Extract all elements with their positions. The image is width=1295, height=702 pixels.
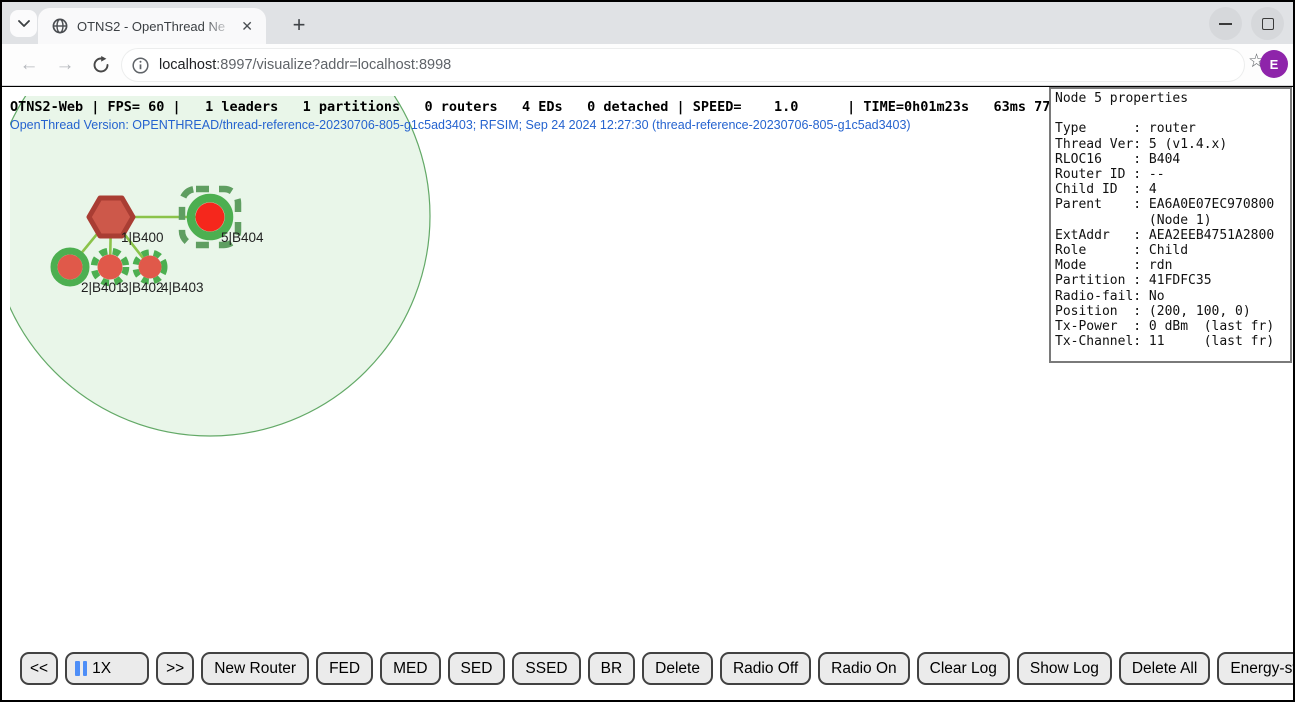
pause-icon: [75, 661, 87, 676]
action-toolbar: << 1X >> New Router FED MED SED SSED BR …: [20, 652, 1293, 685]
node-5-label: 5|B404: [221, 230, 264, 245]
node-3-label: 3|B402: [121, 280, 164, 295]
browser-toolbar: ← → localhost:8997/visualize?addr=localh…: [2, 44, 1293, 86]
node-properties-panel: Node 5 properties Type : router Thread V…: [1049, 87, 1292, 363]
url-text: localhost:8997/visualize?addr=localhost:…: [159, 57, 451, 73]
new-router-button[interactable]: New Router: [201, 652, 309, 685]
url-path: :8997/visualize?addr=localhost:8998: [216, 57, 451, 73]
maximize-icon: [1262, 18, 1274, 30]
simulation-status-bar: OTNS2-Web | FPS= 60 | 1 leaders 1 partit…: [10, 99, 1075, 115]
tab-close-icon[interactable]: ✕: [238, 19, 256, 33]
node-2-label: 2|B401: [81, 280, 124, 295]
tab-strip: OTNS2 - OpenThread Ne ✕ +: [2, 2, 1293, 44]
back-button[interactable]: ←: [14, 44, 44, 85]
speed-label: 1X: [92, 660, 111, 678]
node-4-label: 4|B403: [161, 280, 204, 295]
clear-log-button[interactable]: Clear Log: [917, 652, 1010, 685]
node-4-body: [139, 256, 162, 279]
node-2[interactable]: [54, 251, 86, 283]
fed-button[interactable]: FED: [316, 652, 373, 685]
profile-avatar[interactable]: E: [1260, 50, 1288, 78]
energy-stats-button[interactable]: Energy-stats ↗: [1217, 652, 1293, 685]
delete-button[interactable]: Delete: [642, 652, 713, 685]
speed-up-button[interactable]: >>: [156, 652, 194, 685]
forward-button[interactable]: →: [50, 44, 80, 85]
node-properties-title: Node 5 properties: [1055, 91, 1188, 106]
window-maximize-button[interactable]: [1251, 7, 1284, 40]
br-button[interactable]: BR: [588, 652, 636, 685]
node-3-body: [98, 255, 123, 280]
node-5-body: [196, 203, 225, 232]
new-tab-button[interactable]: +: [284, 11, 314, 39]
site-info-icon[interactable]: [132, 57, 149, 74]
openthread-version-line: OpenThread Version: OPENTHREAD/thread-re…: [10, 118, 911, 132]
med-button[interactable]: MED: [380, 652, 440, 685]
chevron-down-icon: [18, 20, 30, 28]
tab-title: OTNS2 - OpenThread Ne: [77, 19, 238, 34]
url-host: localhost: [159, 57, 216, 73]
pause-speed-button[interactable]: 1X: [65, 652, 149, 685]
browser-tab[interactable]: OTNS2 - OpenThread Ne ✕: [38, 8, 266, 44]
reload-button[interactable]: [86, 44, 116, 85]
window-minimize-button[interactable]: [1209, 7, 1242, 40]
node-1-label: 1|B400: [121, 230, 164, 245]
browser-window: OTNS2 - OpenThread Ne ✕ + ← →: [0, 0, 1295, 702]
radio-off-button[interactable]: Radio Off: [720, 652, 811, 685]
network-visualization[interactable]: 1|B400 5|B404 2|B401 3|B402 4|B403: [10, 96, 1048, 700]
speed-down-button[interactable]: <<: [20, 652, 58, 685]
delete-all-button[interactable]: Delete All: [1119, 652, 1210, 685]
ssed-button[interactable]: SSED: [512, 652, 580, 685]
sed-button[interactable]: SED: [448, 652, 506, 685]
otns-canvas: 1|B400 5|B404 2|B401 3|B402 4|B403 OTNS2…: [2, 87, 1293, 700]
show-log-button[interactable]: Show Log: [1017, 652, 1112, 685]
node-2-body: [58, 255, 83, 280]
tab-search-button[interactable]: [10, 10, 37, 37]
node-properties-body: Type : router Thread Ver: 5 (v1.4.x) RLO…: [1055, 121, 1274, 349]
reload-icon: [92, 56, 110, 74]
minimize-icon: [1219, 23, 1232, 25]
globe-favicon-icon: [52, 18, 68, 34]
address-bar[interactable]: localhost:8997/visualize?addr=localhost:…: [122, 49, 1244, 81]
radio-on-button[interactable]: Radio On: [818, 652, 909, 685]
